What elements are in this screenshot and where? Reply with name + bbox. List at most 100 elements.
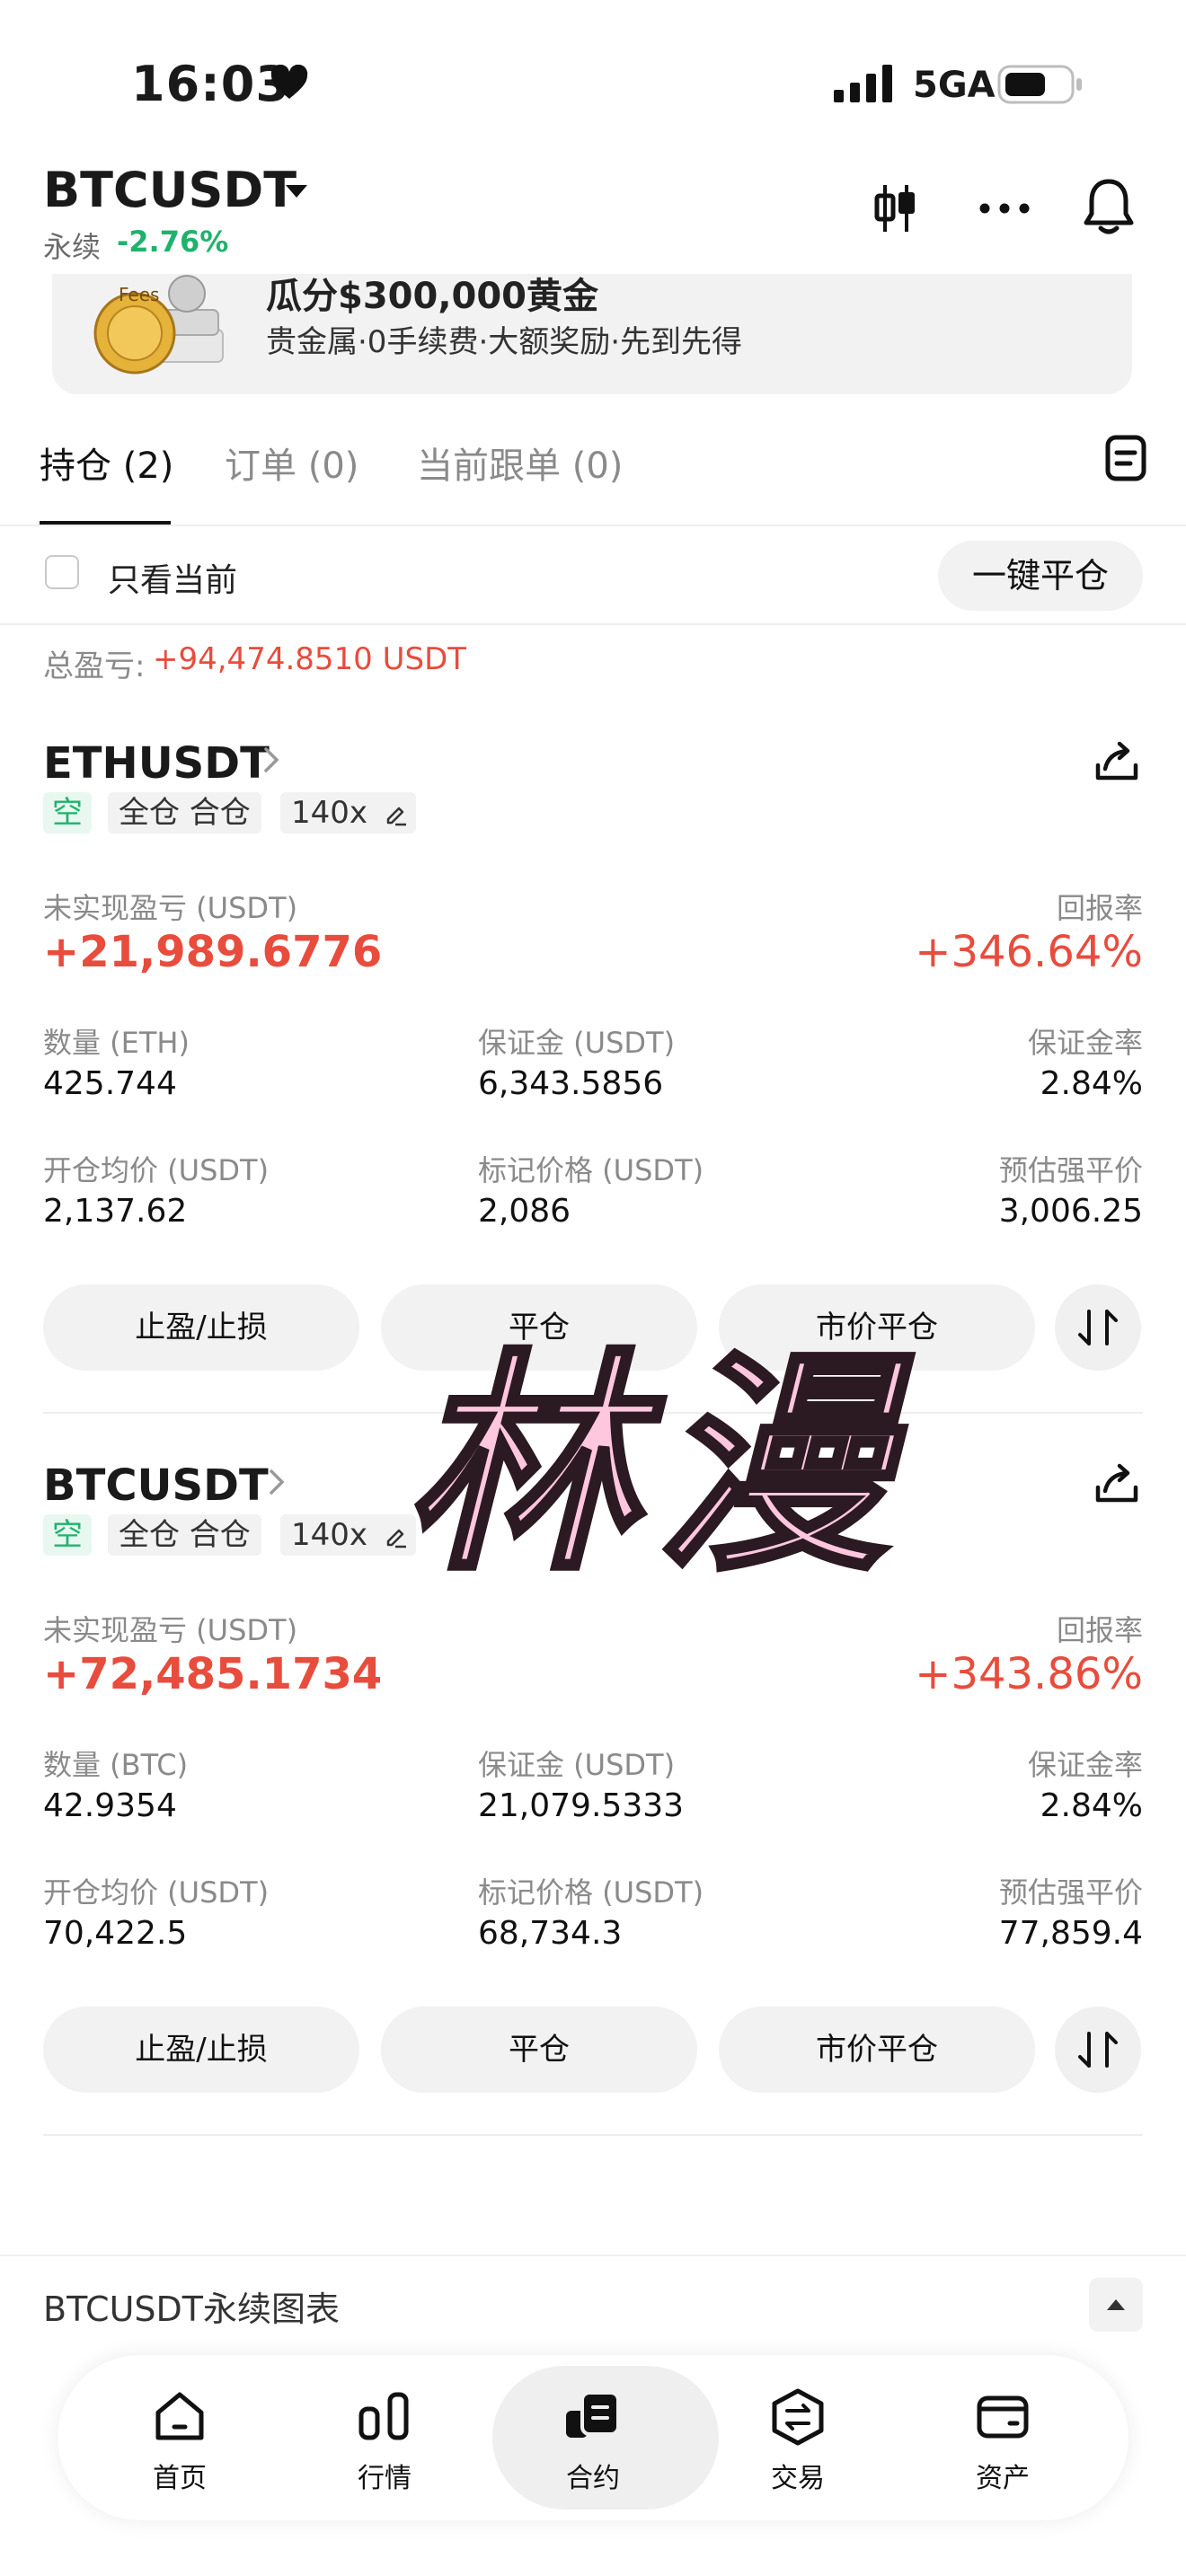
filter-divider	[0, 623, 1186, 625]
watermark-text: 林漫	[403, 1329, 907, 1605]
candlestick-icon[interactable]	[873, 183, 918, 234]
chevron-right-icon[interactable]	[262, 745, 280, 774]
swap-arrows-icon	[1078, 1310, 1118, 1345]
qty-label: 数量 (ETH)	[43, 1026, 190, 1060]
margin-ratio-label: 保证金率	[1027, 1026, 1143, 1060]
margin-ratio-value: 2.84%	[1040, 1065, 1143, 1102]
unrealized-pnl-label: 未实现盈亏 (USDT)	[43, 1613, 298, 1647]
unrealized-pnl-label: 未实现盈亏 (USDT)	[43, 891, 298, 925]
roe-value: +343.86%	[915, 1649, 1143, 1699]
roe-label: 回报率	[1056, 891, 1143, 925]
price-change: -2.76%	[117, 225, 229, 259]
margin-mode-tag: 全仓 合仓	[108, 1514, 261, 1556]
network-label: 5GA	[913, 65, 996, 106]
margin-value: 21,079.5333	[478, 1787, 685, 1824]
promo-banner[interactable]: Fees 瓜分$300,000黄金 贵金属·0手续费·大额奖励·先到先得	[52, 274, 1132, 394]
liq-price-value: 3,006.25	[998, 1193, 1143, 1230]
margin-label: 保证金 (USDT)	[478, 1748, 676, 1782]
caret-up-icon	[1107, 2299, 1125, 2310]
entry-price-value: 70,422.5	[43, 1915, 188, 1952]
entry-price-value: 2,137.62	[43, 1193, 188, 1230]
margin-ratio-label: 保证金率	[1027, 1748, 1143, 1782]
tab-positions[interactable]: 持仓 (2)	[40, 437, 173, 489]
market-close-button[interactable]: 市价平仓	[719, 2007, 1035, 2093]
nav-assets[interactable]: 资产	[913, 2355, 1093, 2520]
market-bars-icon	[295, 2387, 474, 2445]
tp-sl-button[interactable]: 止盈/止损	[43, 2007, 359, 2093]
close-position-button[interactable]: 平仓	[381, 2007, 697, 2093]
tp-sl-button[interactable]: 止盈/止损	[43, 1284, 359, 1371]
entry-price-label: 开仓均价 (USDT)	[43, 1153, 270, 1187]
banner-title: 瓜分$300,000黄金	[266, 276, 599, 317]
contract-type: 永续	[43, 230, 102, 264]
unrealized-pnl-value: +72,485.1734	[43, 1649, 383, 1699]
share-icon[interactable]	[1094, 1460, 1139, 1505]
svg-text:Fees: Fees	[119, 284, 159, 305]
share-icon[interactable]	[1094, 738, 1139, 783]
card-divider	[43, 2134, 1143, 2136]
nav-market[interactable]: 行情	[295, 2355, 474, 2520]
bottom-nav: 首页 行情 合约 交易 资产	[58, 2355, 1128, 2520]
nav-home[interactable]: 首页	[90, 2355, 270, 2520]
reverse-position-button[interactable]	[1055, 1284, 1141, 1371]
bell-icon[interactable]	[1082, 176, 1136, 235]
qty-value: 42.9354	[43, 1787, 177, 1824]
battery-icon	[997, 65, 1084, 104]
side-tag: 空	[43, 792, 92, 834]
close-all-button[interactable]: 一键平仓	[938, 541, 1143, 611]
side-tag: 空	[43, 1514, 92, 1556]
liq-price-value: 77,859.4	[998, 1915, 1143, 1952]
nav-market-label: 行情	[358, 2463, 412, 2494]
heart-icon	[270, 65, 309, 101]
roe-value: +346.64%	[915, 927, 1143, 977]
nav-contract[interactable]: 合约	[492, 2355, 719, 2520]
chart-strip-label[interactable]: BTCUSDT永续图表	[43, 2281, 340, 2331]
margin-ratio-value: 2.84%	[1040, 1787, 1143, 1824]
contract-icon	[503, 2387, 683, 2445]
position-symbol[interactable]: ETHUSDT	[43, 738, 270, 789]
reverse-position-button[interactable]	[1055, 2007, 1141, 2093]
margin-mode-tag: 全仓 合仓	[108, 792, 261, 834]
nav-trade[interactable]: 交易	[708, 2355, 888, 2520]
document-icon[interactable]	[1105, 435, 1146, 481]
wallet-icon	[913, 2387, 1093, 2445]
nav-home-label: 首页	[153, 2463, 207, 2494]
edit-pencil-icon[interactable]	[385, 803, 408, 826]
mark-price-label: 标记价格 (USDT)	[478, 1875, 704, 1910]
roe-label: 回报率	[1056, 1613, 1143, 1647]
tab-copy-trading[interactable]: 当前跟单 (0)	[417, 437, 623, 489]
only-current-label[interactable]: 只看当前	[108, 554, 237, 601]
nav-trade-label: 交易	[771, 2463, 825, 2494]
total-pnl-label: 总盈亏:	[43, 648, 146, 684]
liq-price-label: 预估强平价	[998, 1153, 1143, 1187]
unrealized-pnl-value: +21,989.6776	[43, 927, 383, 977]
signal-icon	[834, 65, 897, 102]
more-icon[interactable]	[979, 203, 1030, 214]
trade-icon	[708, 2387, 888, 2447]
banner-subtitle: 贵金属·0手续费·大额奖励·先到先得	[266, 324, 743, 360]
qty-label: 数量 (BTC)	[43, 1748, 189, 1782]
tab-orders[interactable]: 订单 (0)	[225, 437, 358, 489]
chevron-right-icon[interactable]	[268, 1468, 286, 1496]
swap-arrows-icon	[1078, 2032, 1118, 2068]
margin-label: 保证金 (USDT)	[478, 1026, 676, 1060]
expand-chart-button[interactable]	[1089, 2278, 1143, 2332]
entry-price-label: 开仓均价 (USDT)	[43, 1875, 270, 1910]
mark-price-value: 2,086	[478, 1193, 571, 1230]
tabs-divider	[0, 525, 1186, 526]
total-pnl-value: +94,474.8510 USDT	[153, 641, 467, 677]
nav-contract-label: 合约	[566, 2463, 620, 2494]
gold-bars-icon: Fees	[88, 274, 241, 394]
home-icon	[90, 2387, 270, 2445]
caret-down-icon[interactable]	[284, 183, 309, 199]
mark-price-value: 68,734.3	[478, 1915, 623, 1952]
chart-strip-divider	[0, 2254, 1186, 2256]
symbol-title[interactable]: BTCUSDT	[43, 162, 296, 218]
qty-value: 425.744	[43, 1065, 177, 1102]
mark-price-label: 标记价格 (USDT)	[478, 1153, 704, 1187]
nav-assets-label: 资产	[976, 2463, 1030, 2494]
position-symbol[interactable]: BTCUSDT	[43, 1460, 269, 1511]
only-current-checkbox[interactable]	[45, 555, 79, 589]
liq-price-label: 预估强平价	[998, 1875, 1143, 1910]
margin-value: 6,343.5856	[478, 1065, 664, 1102]
